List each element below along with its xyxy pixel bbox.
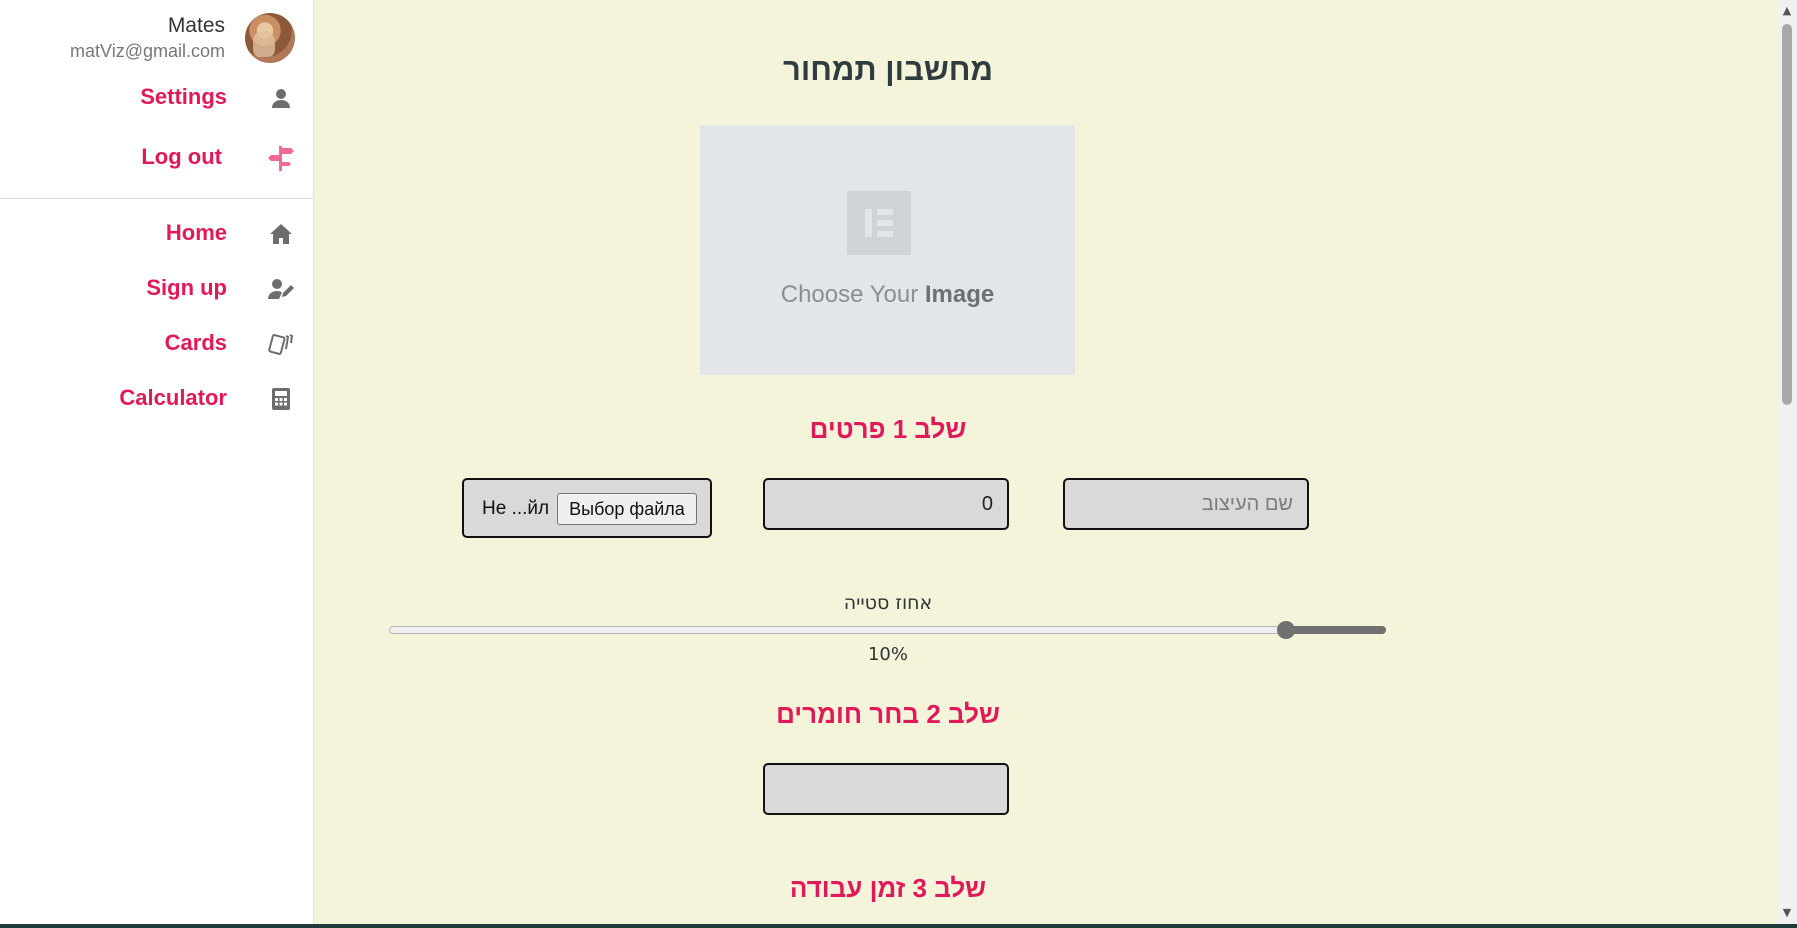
slider-thumb[interactable] bbox=[1276, 621, 1295, 639]
step3-heading: שלב 3 זמן עבודה bbox=[789, 873, 987, 903]
deviation-slider[interactable] bbox=[389, 621, 1386, 639]
step2-heading: שלב 2 בחר חומרים bbox=[776, 699, 1000, 729]
file-input[interactable]: He ...йл Выбор файла bbox=[462, 478, 712, 538]
sidebar-item-cards[interactable]: Cards bbox=[0, 324, 314, 364]
sidebar-item-label: Home bbox=[165, 220, 227, 245]
person-icon bbox=[266, 83, 296, 113]
design-name-input[interactable]: שם העיצוב bbox=[1063, 478, 1309, 530]
step1-heading: שלב 1 פרטים bbox=[809, 414, 967, 444]
calculator-icon bbox=[266, 384, 296, 414]
elementor-logo-icon bbox=[847, 191, 911, 255]
scroll-thumb[interactable] bbox=[1782, 24, 1792, 405]
number-input[interactable]: 0 bbox=[763, 478, 1009, 530]
home-icon bbox=[266, 219, 296, 249]
menu-item-label: Settings bbox=[140, 84, 227, 109]
file-status: He ...йл bbox=[482, 498, 550, 519]
slider-fill bbox=[1284, 626, 1386, 634]
materials-select[interactable] bbox=[763, 763, 1009, 815]
sidebar-item-label: Calculator bbox=[119, 385, 227, 410]
image-upload-placeholder[interactable]: Choose Your Image bbox=[700, 125, 1075, 375]
design-name-placeholder: שם העיצוב bbox=[1201, 493, 1293, 515]
user-email: matViz@gmail.com bbox=[70, 41, 225, 61]
page-scrollbar[interactable]: ▲ ▼ bbox=[1777, 0, 1797, 924]
sidebar-item-home[interactable]: Home bbox=[0, 214, 314, 254]
deviation-slider-value: 10% bbox=[867, 644, 908, 665]
number-input-value: 0 bbox=[981, 493, 993, 515]
main-content: מחשבון תמחור Choose Your Image שלב 1 פרט… bbox=[314, 0, 1777, 924]
sidebar-item-label: Sign up bbox=[146, 275, 227, 300]
sidebar-divider bbox=[0, 198, 314, 199]
choose-file-button[interactable]: Выбор файла bbox=[557, 493, 697, 525]
signpost-icon bbox=[266, 143, 296, 173]
sidebar-item-calculator[interactable]: Calculator bbox=[0, 379, 314, 419]
scroll-down-arrow-icon[interactable]: ▼ bbox=[1781, 906, 1793, 920]
menu-item-label: Log out bbox=[141, 144, 222, 169]
browser-viewport: Mates matViz@gmail.com Settings Log out … bbox=[0, 0, 1797, 924]
menu-item-settings[interactable]: Settings bbox=[0, 78, 314, 118]
user-name: Mates bbox=[167, 14, 225, 37]
page-title: מחשבון תמחור bbox=[782, 52, 994, 87]
user-edit-icon bbox=[266, 274, 296, 304]
image-caption: Choose Your Image bbox=[780, 281, 995, 308]
avatar[interactable] bbox=[245, 13, 295, 63]
scroll-up-arrow-icon[interactable]: ▲ bbox=[1781, 4, 1793, 18]
cards-icon bbox=[266, 329, 296, 359]
sidebar-item-label: Cards bbox=[164, 330, 227, 355]
user-profile[interactable]: Mates matViz@gmail.com bbox=[0, 0, 314, 70]
deviation-slider-label: אחוז סטייה bbox=[843, 592, 933, 614]
sidebar: Mates matViz@gmail.com Settings Log out … bbox=[0, 0, 314, 924]
menu-item-logout[interactable]: Log out bbox=[0, 138, 314, 178]
sidebar-item-signup[interactable]: Sign up bbox=[0, 269, 314, 309]
